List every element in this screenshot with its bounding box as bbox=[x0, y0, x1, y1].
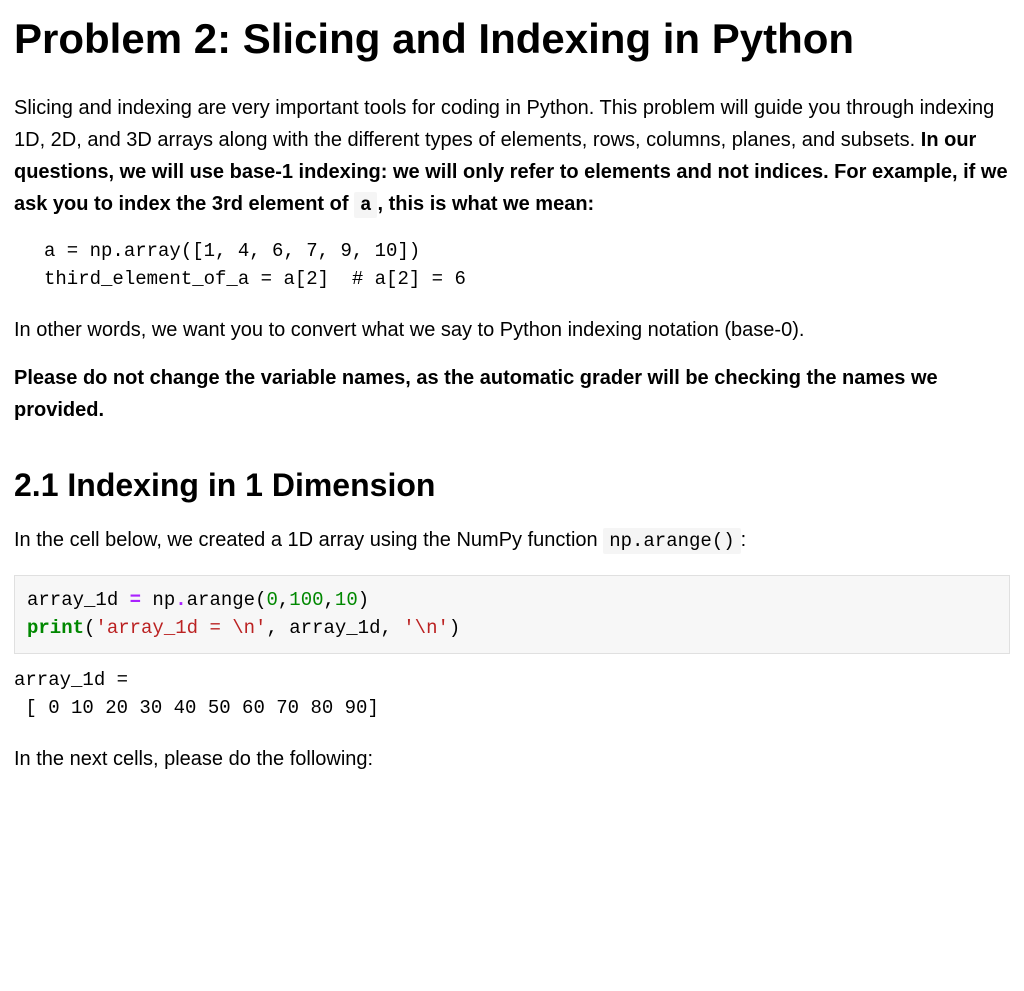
base0-note: In other words, we want you to convert w… bbox=[14, 314, 1010, 346]
page-title: Problem 2: Slicing and Indexing in Pytho… bbox=[14, 14, 1010, 64]
intro-bold-post: , this is what we mean: bbox=[377, 193, 594, 215]
section-heading-2-1: 2.1 Indexing in 1 Dimension bbox=[14, 466, 1010, 504]
inline-code-arange: np.arange() bbox=[603, 528, 740, 554]
intro-paragraph: Slicing and indexing are very important … bbox=[14, 92, 1010, 220]
output-cell: array_1d = [ 0 10 20 30 40 50 60 70 80 9… bbox=[14, 666, 1010, 723]
inline-code-a: a bbox=[354, 192, 377, 218]
section-intro-post: : bbox=[741, 529, 747, 551]
section-intro-pre: In the cell below, we created a 1D array… bbox=[14, 529, 603, 551]
example-code-block: a = np.array([1, 4, 6, 7, 9, 10]) third_… bbox=[44, 237, 1010, 294]
next-instruction: In the next cells, please do the followi… bbox=[14, 743, 1010, 775]
code-cell: array_1d = np.arange(0,100,10) print('ar… bbox=[14, 575, 1010, 654]
intro-text: Slicing and indexing are very important … bbox=[14, 97, 994, 151]
grader-warning: Please do not change the variable names,… bbox=[14, 362, 1010, 426]
section-intro: In the cell below, we created a 1D array… bbox=[14, 524, 1010, 556]
